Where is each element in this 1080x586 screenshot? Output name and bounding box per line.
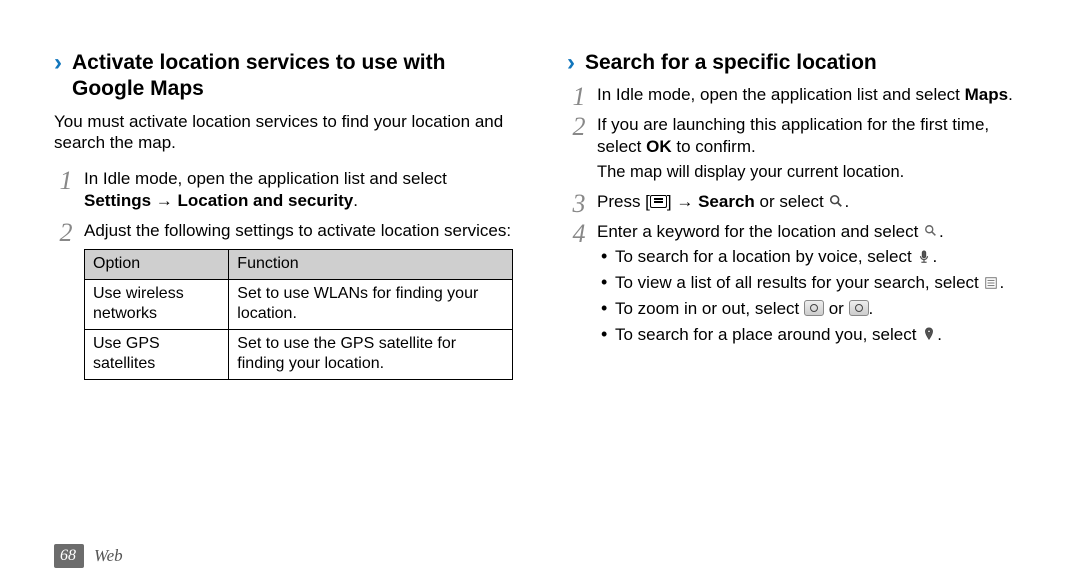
page-footer: 68 Web <box>54 544 123 568</box>
step2b: to confirm. <box>672 137 756 156</box>
right-step-4: Enter a keyword for the location and sel… <box>567 221 1026 346</box>
bullet-results: To view a list of all results for your s… <box>597 272 1026 294</box>
right-steps: In Idle mode, open the application list … <box>567 84 1026 345</box>
bullet-text: To search for a place around you, select <box>615 325 921 344</box>
period: . <box>999 273 1004 292</box>
bullet-places: To search for a place around you, select… <box>597 324 1026 346</box>
zoom-in-icon <box>849 300 869 316</box>
step2-bold: OK <box>646 137 672 156</box>
left-step-1: In Idle mode, open the application list … <box>54 168 513 212</box>
th-option: Option <box>85 250 229 279</box>
menu-key-icon <box>650 195 667 208</box>
search-go-icon <box>923 224 939 238</box>
right-step-1: In Idle mode, open the application list … <box>567 84 1026 106</box>
left-steps: In Idle mode, open the application list … <box>54 168 513 380</box>
cell-option: Use GPS satellites <box>85 329 229 379</box>
left-intro: You must activate location services to f… <box>54 111 513 155</box>
period: . <box>869 299 874 318</box>
right-step-3: Press [ ] → Search or select . <box>567 191 1026 213</box>
table-row: Use wireless networks Set to use WLANs f… <box>85 279 513 329</box>
th-function: Function <box>229 250 513 279</box>
bullet-voice: To search for a location by voice, selec… <box>597 246 1026 268</box>
cell-option: Use wireless networks <box>85 279 229 329</box>
step3a: Press [ <box>597 192 650 211</box>
search-icon <box>828 194 844 208</box>
table-row: Use GPS satellites Set to use the GPS sa… <box>85 329 513 379</box>
left-title: Activate location services to use with G… <box>72 50 513 103</box>
step4a: Enter a keyword for the location and sel… <box>597 222 923 241</box>
chevron-icon: › <box>54 50 62 76</box>
zoom-out-icon <box>804 300 824 316</box>
step-post: . <box>353 191 358 210</box>
bullet-zoom: To zoom in or out, select or . <box>597 298 1026 320</box>
chevron-icon: › <box>567 50 575 76</box>
step-text: In Idle mode, open the application list … <box>84 169 447 188</box>
step4-bullets: To search for a location by voice, selec… <box>597 246 1026 345</box>
step3-bold: Search <box>698 192 755 211</box>
microphone-icon <box>916 250 932 264</box>
period: . <box>844 192 849 211</box>
period: . <box>939 222 944 241</box>
place-pin-icon <box>921 327 937 341</box>
step-text: In Idle mode, open the application list … <box>597 85 965 104</box>
step-bold: Settings → Location and security <box>84 191 353 210</box>
bullet-text: To view a list of all results for your s… <box>615 273 983 292</box>
options-table: Option Function Use wireless networks Se… <box>84 249 513 379</box>
list-icon <box>983 276 999 290</box>
right-section-heading: › Search for a specific location <box>567 50 1026 76</box>
right-column: › Search for a specific location In Idle… <box>567 50 1026 388</box>
right-step-2: If you are launching this application fo… <box>567 114 1026 183</box>
left-step-2: Adjust the following settings to activat… <box>54 220 513 380</box>
left-section-heading: › Activate location services to use with… <box>54 50 513 103</box>
page-number: 68 <box>54 544 84 568</box>
period: . <box>937 325 942 344</box>
step-text: Adjust the following settings to activat… <box>84 221 511 240</box>
period: . <box>932 247 937 266</box>
step3b: ] → <box>667 192 698 211</box>
step-post: . <box>1008 85 1013 104</box>
bullet-text: To search for a location by voice, selec… <box>615 247 916 266</box>
step3c: or select <box>755 192 829 211</box>
left-column: › Activate location services to use with… <box>54 50 513 388</box>
cell-function: Set to use the GPS satellite for finding… <box>229 329 513 379</box>
step2-tail: The map will display your current locati… <box>597 162 1026 183</box>
or-word: or <box>824 299 849 318</box>
footer-section-label: Web <box>94 545 123 567</box>
cell-function: Set to use WLANs for finding your locati… <box>229 279 513 329</box>
right-title: Search for a specific location <box>585 50 877 76</box>
bullet-text: To zoom in or out, select <box>615 299 804 318</box>
step-bold: Maps <box>965 85 1008 104</box>
